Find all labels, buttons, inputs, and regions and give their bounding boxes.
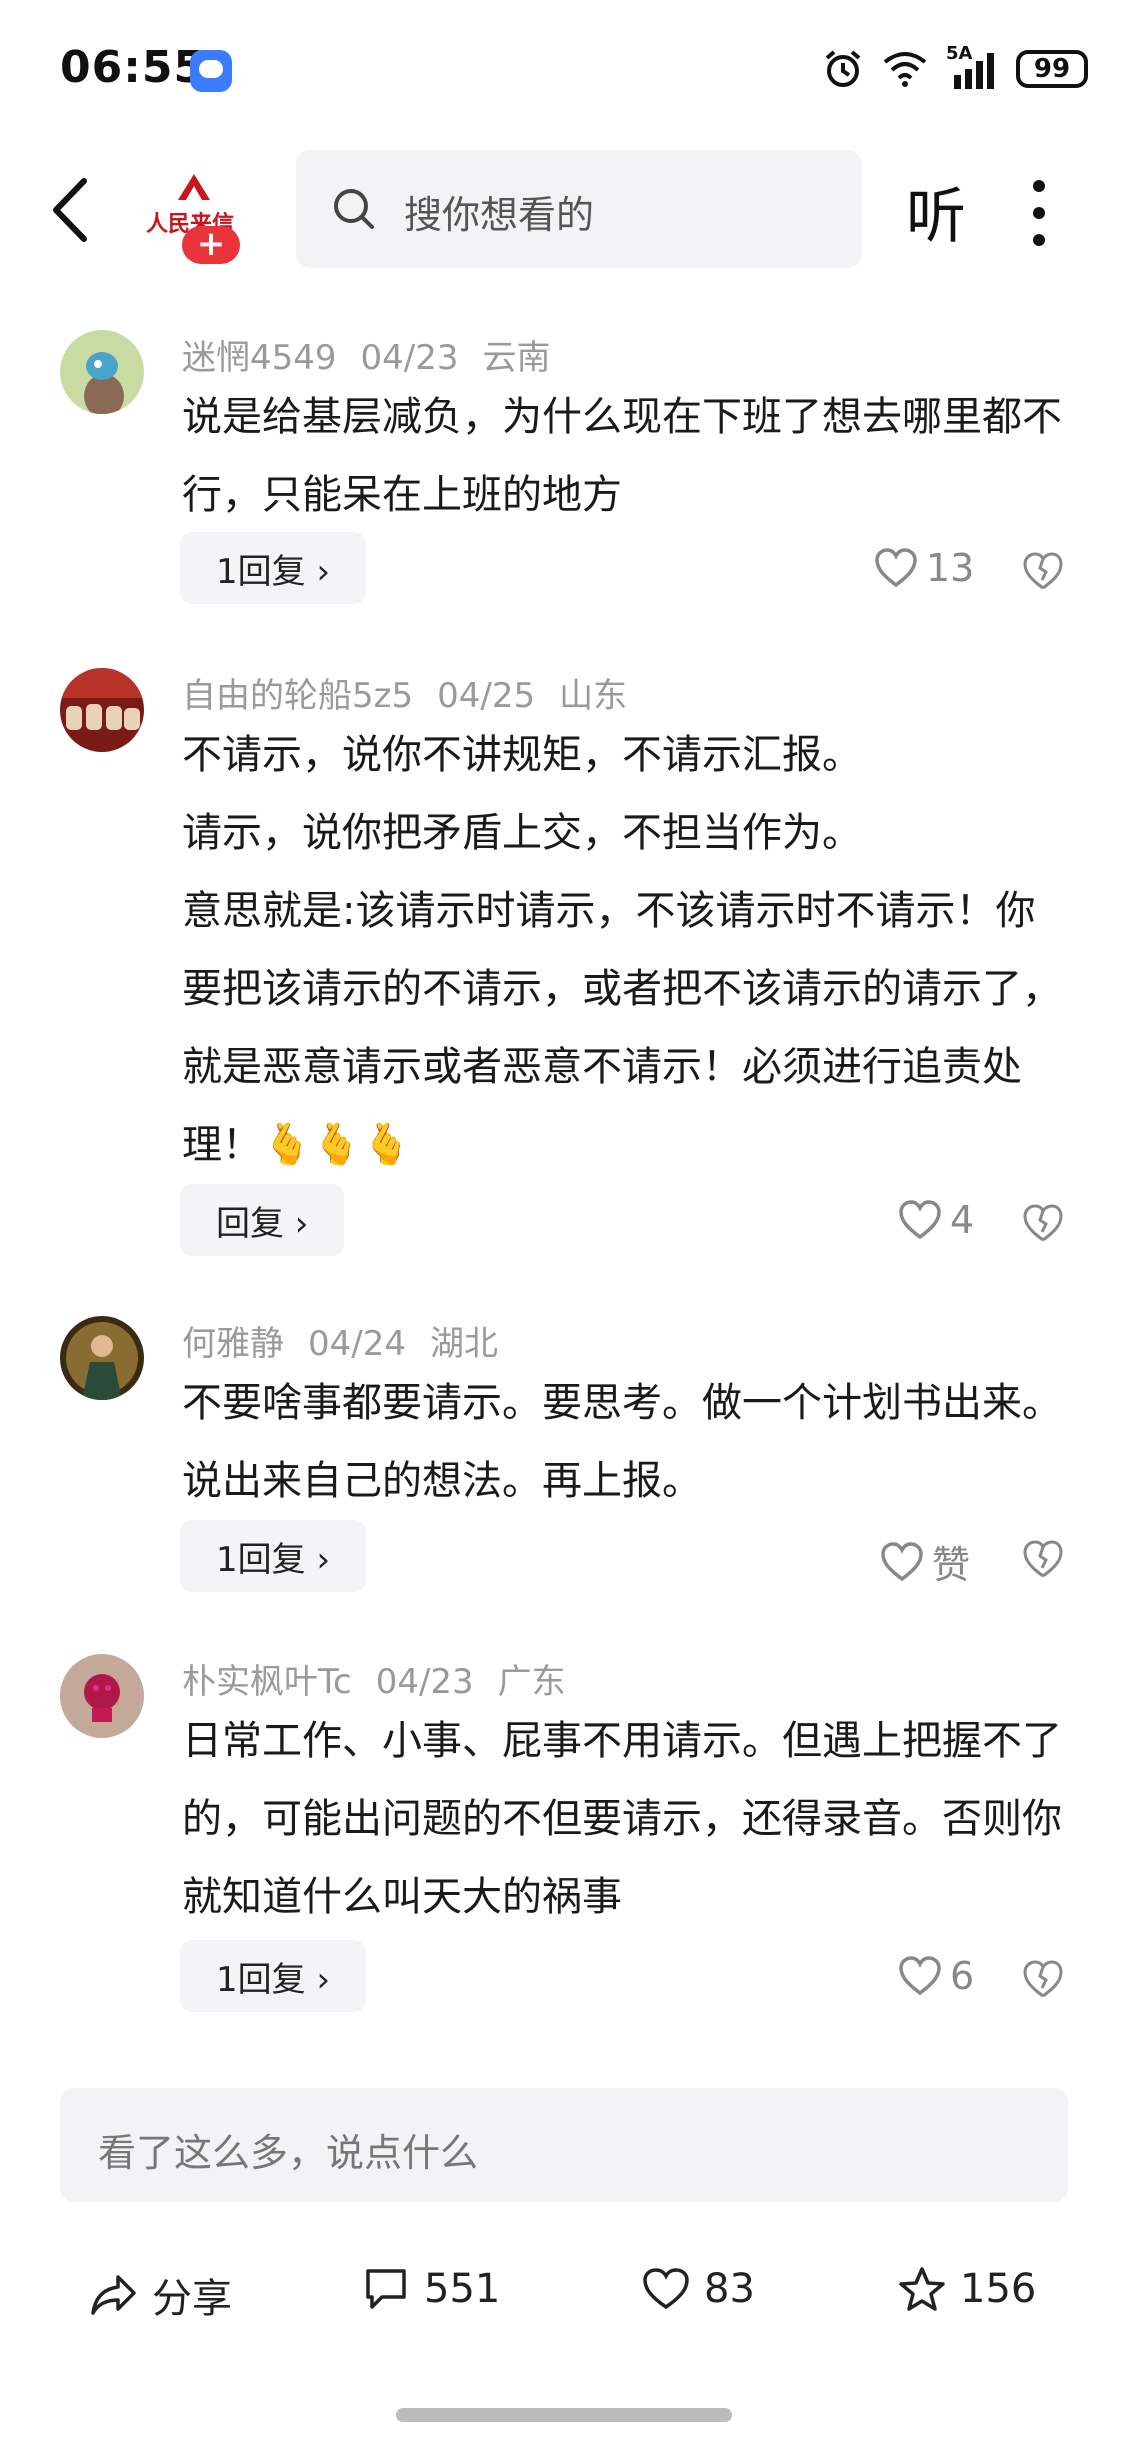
- reply-button[interactable]: 1回复 ›: [180, 532, 367, 604]
- reply-button[interactable]: 回复 ›: [180, 1184, 345, 1256]
- comment-text: 不请示，说你不讲规矩，不请示汇报。 请示，说你把矛盾上交，不担当作为。 意思就是…: [182, 716, 1062, 1184]
- like-button[interactable]: 6: [898, 1954, 974, 1998]
- comment-meta: 何雅静 04/24 湖北: [182, 1316, 522, 1365]
- like-count: 6: [950, 1954, 975, 1998]
- comment-input-placeholder: 看了这么多，说点什么: [98, 2131, 479, 2175]
- comment-meta: 迷惘4549 04/23 云南: [182, 330, 575, 379]
- comment-line: 不请示，说你不讲规矩，不请示汇报。: [182, 732, 862, 778]
- comment-date: 04/24: [308, 1324, 406, 1364]
- comment-username[interactable]: 朴实枫叶Tc: [182, 1662, 352, 1702]
- heart-icon: [875, 548, 917, 588]
- comment-line: 意思就是:该请示时请示，不该请示时不请示！你要把该请示的不请示，或者把不该请示的…: [182, 888, 1062, 1168]
- comment-username[interactable]: 何雅静: [182, 1324, 284, 1364]
- avatar-food-icon: [60, 668, 144, 730]
- comment-username[interactable]: 迷惘4549: [182, 338, 337, 378]
- like-count: 13: [926, 546, 975, 590]
- follow-plus-button[interactable]: +: [182, 226, 240, 264]
- heart-icon: [899, 1200, 941, 1240]
- share-icon: [91, 2275, 136, 2315]
- comment-date: 04/23: [375, 1662, 474, 1702]
- avatar-flower-icon: [84, 1674, 120, 1722]
- comment-meta: 自由的轮船5z5 04/25 山东: [182, 668, 651, 717]
- comment-bubble-icon: [366, 2269, 406, 2309]
- comment-date: 04/25: [437, 676, 536, 716]
- channel-logo[interactable]: 人民来信 +: [140, 168, 250, 268]
- wifi-icon: [883, 52, 927, 87]
- message-notification-icon: [190, 50, 232, 92]
- alarm-icon: [825, 50, 861, 87]
- favorite-button[interactable]: 156: [898, 2266, 1036, 2312]
- status-icons: 5A 99: [822, 43, 1088, 90]
- search-placeholder: 搜你想看的: [404, 193, 595, 237]
- back-arrow-icon[interactable]: [44, 175, 100, 245]
- heart-icon: [899, 1956, 941, 1996]
- comment-line: 请示，说你把矛盾上交，不担当作为。: [182, 810, 862, 856]
- avatar[interactable]: [60, 668, 144, 752]
- broken-heart-icon[interactable]: [1022, 1202, 1064, 1244]
- comment-text: 日常工作、小事、屁事不用请示。但遇上把握不了的，可能出问题的不但要请示，还得录音…: [182, 1718, 1062, 1920]
- like-button[interactable]: 4: [898, 1198, 974, 1242]
- comment-meta: 朴实枫叶Tc 04/23 广东: [182, 1654, 590, 1703]
- signal-label: 5A: [946, 43, 973, 64]
- reply-button[interactable]: 1回复 ›: [180, 1940, 367, 2012]
- favorites-count: 156: [960, 2266, 1037, 2312]
- comment-date: 04/23: [360, 338, 459, 378]
- avatar[interactable]: [60, 330, 144, 414]
- battery-indicator: 99: [1016, 50, 1088, 88]
- heart-icon: [881, 1541, 923, 1581]
- comment-input[interactable]: 看了这么多，说点什么: [60, 2088, 1068, 2202]
- like-count: 赞: [932, 1543, 971, 1587]
- like-article-button[interactable]: 83: [642, 2266, 755, 2312]
- star-icon: [899, 2267, 945, 2311]
- like-count: 4: [950, 1198, 975, 1242]
- comment-region: 云南: [482, 338, 551, 378]
- comment-text: 不要啥事都要请示。要思考。做一个计划书出来。说出来自己的想法。再上报。: [182, 1380, 1062, 1504]
- likes-count: 83: [704, 2266, 755, 2312]
- search-icon: [334, 189, 374, 229]
- broken-heart-icon[interactable]: [1022, 1958, 1064, 2000]
- avatar[interactable]: [60, 1654, 144, 1738]
- comment-region: 山东: [559, 676, 628, 716]
- home-indicator[interactable]: [396, 2408, 732, 2422]
- avatar[interactable]: [60, 1316, 144, 1400]
- heart-icon: [643, 2268, 689, 2310]
- comments-count: 551: [424, 2266, 501, 2312]
- broken-heart-icon[interactable]: [1022, 1538, 1064, 1580]
- comment-region: 湖北: [429, 1324, 498, 1364]
- like-button[interactable]: 13: [874, 546, 974, 590]
- avatar-figure-icon: [66, 1322, 138, 1400]
- comment-username[interactable]: 自由的轮船5z5: [182, 676, 413, 716]
- search-bar[interactable]: 搜你想看的: [296, 150, 862, 268]
- broken-heart-icon[interactable]: [1022, 550, 1064, 592]
- avatar-character-icon: [84, 352, 124, 414]
- logo-mark-icon: [178, 174, 210, 200]
- comments-button[interactable]: 551: [362, 2266, 500, 2312]
- status-time: 06:55: [60, 42, 206, 93]
- like-button[interactable]: 赞: [880, 1534, 970, 1589]
- comment-region: 广东: [497, 1662, 566, 1702]
- share-button[interactable]: 分享: [90, 2266, 232, 2324]
- share-label: 分享: [152, 2276, 232, 2322]
- listen-button[interactable]: 听: [906, 168, 966, 255]
- comment-text: 说是给基层减负，为什么现在下班了想去哪里都不行，只能呆在上班的地方: [182, 394, 1062, 518]
- reply-button[interactable]: 1回复 ›: [180, 1520, 367, 1592]
- signal-icon: 5A: [946, 43, 998, 89]
- more-options-icon[interactable]: [1028, 178, 1050, 248]
